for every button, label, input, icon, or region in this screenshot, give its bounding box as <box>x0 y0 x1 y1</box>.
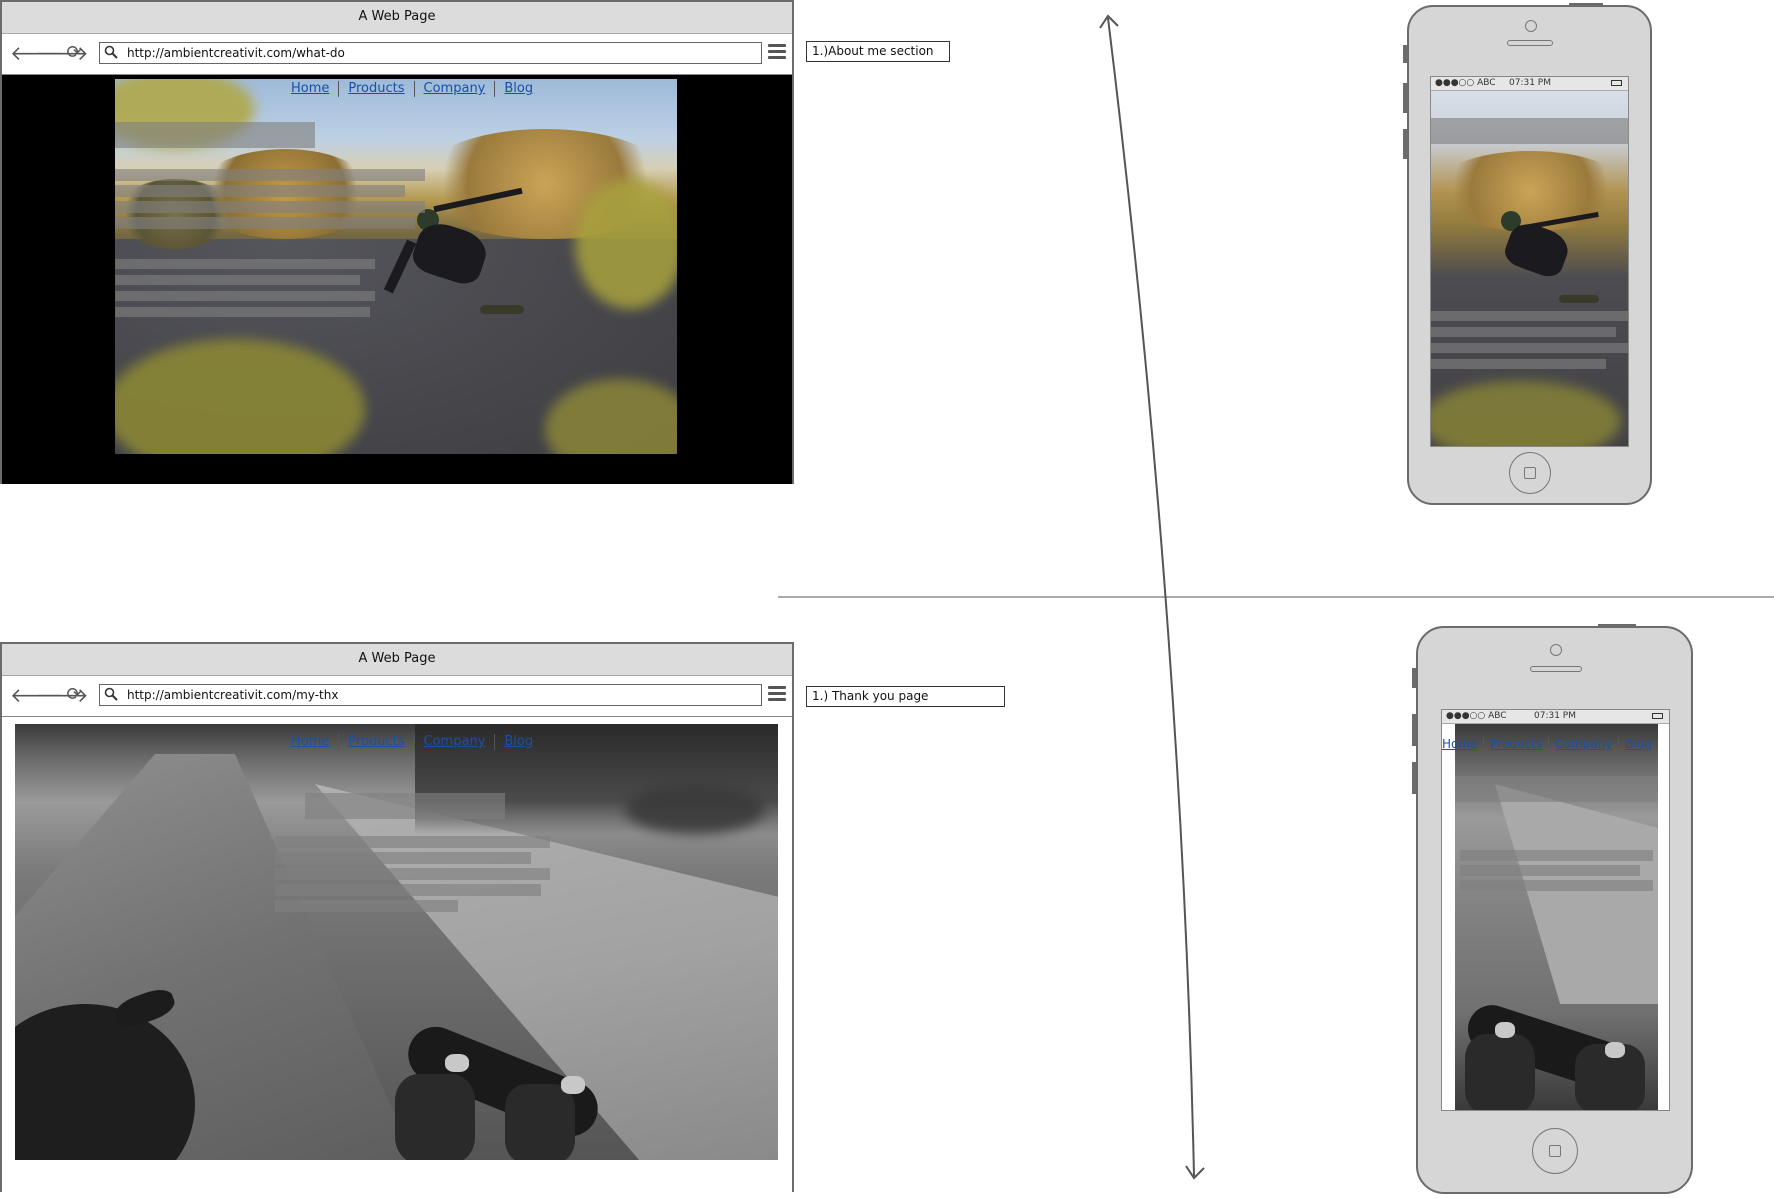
battery-icon <box>1652 713 1663 719</box>
nav-blog[interactable]: Blog <box>1618 736 1658 752</box>
reload-icon[interactable]: ⟳ <box>63 684 85 706</box>
phone-main-nav: Home Products Company Blog <box>1442 736 1658 752</box>
browser-window-bottom: A Web Page 🡐 🡒 ⟳ http://ambientcreativit… <box>0 642 794 1192</box>
main-nav: Home Products Company Blog <box>282 734 542 750</box>
nav-blog[interactable]: Blog <box>494 734 542 750</box>
search-icon <box>104 687 118 701</box>
phone-home-button[interactable] <box>1532 1128 1578 1174</box>
back-arrow-icon[interactable]: 🡐 <box>10 684 64 706</box>
phone-screen: ●●●○○ ABC 07:31 PM Home Products Company… <box>1441 709 1670 1111</box>
phone-mockup-bottom: ●●●○○ ABC 07:31 PM Home Products Company… <box>1412 624 1693 1194</box>
browser-toolbar: 🡐 🡒 ⟳ http://ambientcreativit.com/my-thx <box>2 676 792 717</box>
phone-mockup-top: ●●●○○ ABC 07:31 PM <box>1403 3 1652 505</box>
hero-image <box>15 724 778 1160</box>
nav-company[interactable]: Company <box>1548 736 1618 752</box>
window-title: A Web Page <box>2 644 792 676</box>
nav-company[interactable]: Company <box>413 734 495 750</box>
phone-home-button[interactable] <box>1509 452 1551 494</box>
address-bar-url: http://ambientcreativit.com/my-thx <box>127 688 339 702</box>
phone-status-bar: ●●●○○ ABC 07:31 PM <box>1431 77 1628 91</box>
phone-screen: ●●●○○ ABC 07:31 PM <box>1430 76 1629 447</box>
nav-products[interactable]: Products <box>338 734 413 750</box>
forward-arrow-icon[interactable]: 🡒 <box>35 684 89 706</box>
page-content: Home Products Company Blog <box>2 717 792 1192</box>
note-thank-you: 1.) Thank you page <box>806 686 1005 707</box>
hamburger-menu-icon[interactable] <box>768 686 786 702</box>
address-bar[interactable]: http://ambientcreativit.com/my-thx <box>99 684 762 706</box>
nav-products[interactable]: Products <box>1483 736 1548 752</box>
phone-status-bar: ●●●○○ ABC 07:31 PM <box>1442 710 1669 724</box>
nav-home[interactable]: Home <box>282 734 338 750</box>
battery-icon <box>1611 80 1622 86</box>
nav-home[interactable]: Home <box>1442 736 1483 752</box>
